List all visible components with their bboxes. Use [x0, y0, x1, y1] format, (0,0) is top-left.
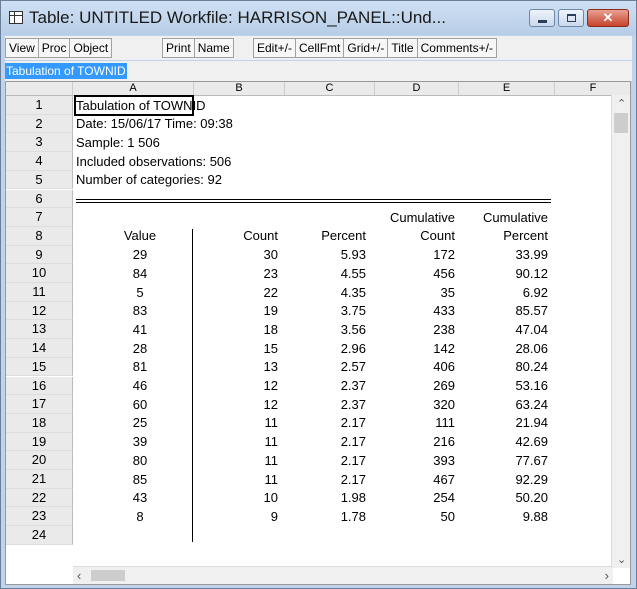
- row-header-5[interactable]: 5: [6, 170, 73, 190]
- print-button[interactable]: Print: [163, 39, 195, 57]
- column-header-f[interactable]: F: [555, 82, 630, 95]
- maximize-icon: [567, 14, 576, 22]
- title-button[interactable]: Title: [388, 39, 418, 57]
- comments-button[interactable]: Comments+/-: [418, 39, 496, 57]
- cell-e23[interactable]: 9.88: [6, 508, 548, 526]
- cell-e20[interactable]: 77.67: [6, 452, 548, 470]
- name-button[interactable]: Name: [195, 39, 233, 57]
- column-header-e[interactable]: E: [459, 82, 555, 95]
- cell-e16[interactable]: 53.16: [6, 377, 548, 395]
- cell-e9[interactable]: 33.99: [6, 246, 548, 264]
- scroll-down-icon[interactable]: ⌄: [617, 553, 626, 566]
- cell-e11[interactable]: 6.92: [6, 284, 548, 302]
- spreadsheet-grid[interactable]: ABCDEF 1 Tabulation of TOWNID 2 Date: 15/06…: [5, 81, 631, 585]
- subtitle-bar: Tabulation of TOWNID: [5, 61, 632, 81]
- column-header-b[interactable]: B: [194, 82, 285, 95]
- cell-e22[interactable]: 50.20: [6, 489, 548, 507]
- row-header-3[interactable]: 3: [6, 133, 73, 153]
- cell-e14[interactable]: 28.06: [6, 340, 548, 358]
- toolbar: View Proc Object Print Name Edit+/- Cell…: [5, 36, 632, 60]
- vertical-scroll-thumb[interactable]: [614, 113, 628, 133]
- scroll-right-icon[interactable]: ›: [605, 568, 609, 583]
- cell-e12[interactable]: 85.57: [6, 302, 548, 320]
- cell-e17[interactable]: 63.24: [6, 396, 548, 414]
- row-header-1[interactable]: 1: [6, 96, 73, 115]
- cell-e19[interactable]: 42.69: [6, 433, 548, 451]
- cellfmt-button[interactable]: CellFmt: [296, 39, 345, 57]
- vertical-scrollbar[interactable]: ⌃ ⌄: [611, 95, 630, 568]
- view-button[interactable]: View: [6, 39, 39, 57]
- edit-button[interactable]: Edit+/-: [254, 39, 297, 57]
- cell-e13[interactable]: 47.04: [6, 321, 548, 339]
- row-header-2[interactable]: 2: [6, 114, 73, 134]
- column-header-a[interactable]: A: [73, 82, 194, 95]
- corner-cell[interactable]: [6, 82, 73, 95]
- row-header-4[interactable]: 4: [6, 152, 73, 171]
- table-subtitle[interactable]: Tabulation of TOWNID: [5, 63, 127, 79]
- cell-a2[interactable]: Date: 15/06/17 Time: 09:38: [76, 115, 233, 133]
- cell-a3[interactable]: Sample: 1 506: [76, 134, 160, 152]
- minimize-icon: [538, 20, 547, 23]
- table-top-rule: [76, 198, 551, 203]
- cell-e15[interactable]: 80.24: [6, 358, 548, 376]
- value-column-divider: [192, 228, 193, 543]
- title-bar[interactable]: Table: UNTITLED Workfile: HARRISON_PANEL…: [1, 1, 636, 35]
- object-button[interactable]: Object: [70, 39, 111, 57]
- cell-e10[interactable]: 90.12: [6, 265, 548, 283]
- table-icon: [9, 11, 23, 24]
- cell-e21[interactable]: 92.29: [6, 471, 548, 489]
- horizontal-scroll-thumb[interactable]: [91, 570, 125, 581]
- scroll-left-icon[interactable]: ‹: [77, 568, 81, 583]
- cell-a4[interactable]: Included observations: 506: [76, 153, 231, 171]
- maximize-button[interactable]: [558, 9, 584, 27]
- close-button[interactable]: ✕: [587, 9, 629, 27]
- toolbar-group-1: View Proc Object: [5, 38, 113, 58]
- cell-e7[interactable]: Cumulative: [6, 209, 548, 227]
- cell-e8[interactable]: Percent: [6, 227, 548, 245]
- horizontal-scrollbar[interactable]: ‹ ›: [73, 566, 613, 584]
- column-header-c[interactable]: C: [285, 82, 375, 95]
- cell-a5[interactable]: Number of categories: 92: [76, 171, 222, 189]
- cell-selection: [74, 95, 194, 116]
- toolbar-group-3: Edit+/- CellFmt Grid+/- Title Comments+/…: [253, 38, 497, 58]
- toolbar-group-2: Print Name: [162, 38, 234, 58]
- close-icon: ✕: [602, 10, 614, 25]
- row-header-6[interactable]: 6: [6, 189, 73, 209]
- scroll-up-icon[interactable]: ⌃: [617, 97, 626, 110]
- row-header-24[interactable]: 24: [6, 526, 73, 545]
- column-header-row: ABCDEF: [6, 82, 630, 96]
- proc-button[interactable]: Proc: [39, 39, 71, 57]
- column-header-d[interactable]: D: [375, 82, 459, 95]
- grid-button[interactable]: Grid+/-: [344, 39, 389, 57]
- window-title: Table: UNTITLED Workfile: HARRISON_PANEL…: [29, 8, 446, 27]
- cell-e18[interactable]: 21.94: [6, 414, 548, 432]
- minimize-button[interactable]: [529, 9, 555, 27]
- table-window: Table: UNTITLED Workfile: HARRISON_PANEL…: [0, 0, 637, 589]
